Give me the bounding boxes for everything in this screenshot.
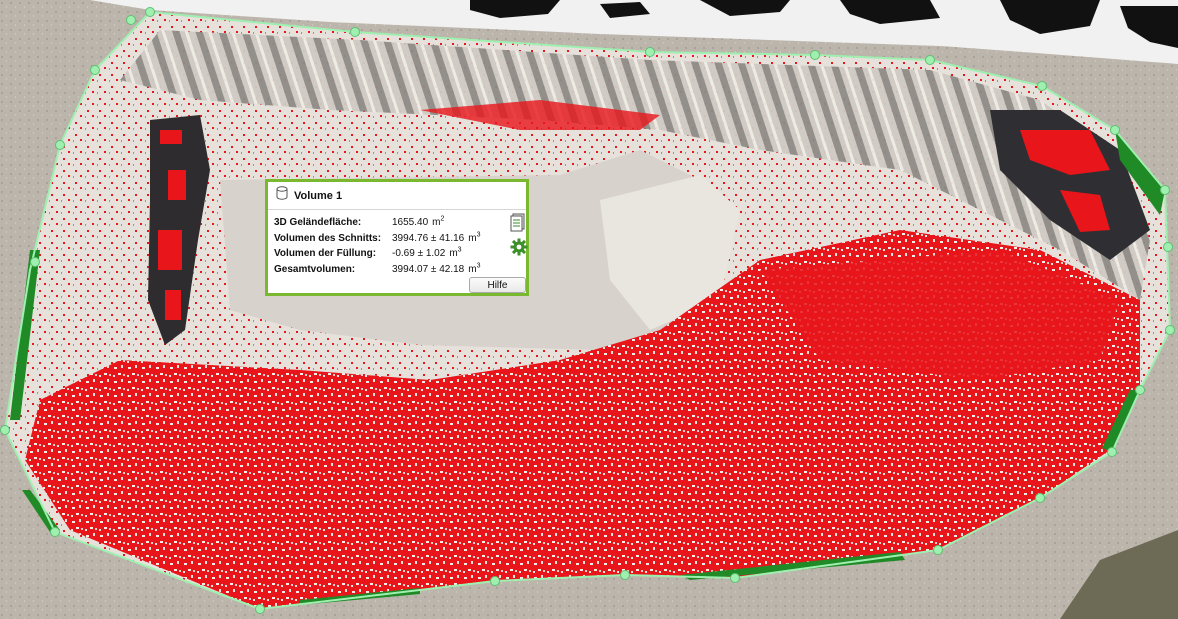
measurement-label: Gesamtvolumen: [274, 263, 356, 275]
measurement-label: Volumen der Füllung: [274, 248, 377, 260]
boundary-vertex[interactable] [55, 140, 65, 150]
measurement-row-fill: Volumen der Füllung: -0.69 ± 1.02 m3 [274, 246, 504, 262]
measurement-value: 1655.40 [392, 217, 429, 229]
measurement-label: Volumen des Schnitts: [274, 232, 382, 244]
settings-gear-icon[interactable] [510, 238, 528, 256]
measurement-unit: m3 [468, 231, 481, 244]
measurement-row-cut: Volumen des Schnitts: 3994.76 ± 41.16 m3 [274, 231, 504, 247]
boundary-vertex[interactable] [1035, 493, 1045, 503]
volume-map-viewport[interactable] [0, 0, 1178, 619]
boundary-vertex[interactable] [30, 257, 40, 267]
boundary-vertex[interactable] [255, 604, 265, 614]
boundary-vertex[interactable] [1107, 447, 1117, 457]
boundary-vertex[interactable] [1163, 242, 1173, 252]
boundary-vertex[interactable] [1037, 81, 1047, 91]
boundary-vertex[interactable] [645, 47, 655, 57]
boundary-vertex[interactable] [145, 7, 155, 17]
report-document-icon[interactable] [510, 213, 526, 233]
boundary-vertex[interactable] [0, 425, 10, 435]
panel-title: Volume 1 [294, 189, 343, 202]
help-button[interactable]: Hilfe [469, 277, 526, 293]
boundary-vertex[interactable] [90, 65, 100, 75]
measurement-label: 3D Geländefläche: [274, 217, 362, 229]
measurement-row-area: 3D Geländefläche: 1655.40 m2 [274, 215, 504, 231]
cylinder-icon [276, 186, 288, 205]
measurement-list: 3D Geländefläche: 1655.40 m2 Volumen des… [274, 215, 504, 277]
boundary-vertex[interactable] [620, 570, 630, 580]
measurement-unit: m2 [432, 215, 445, 229]
measurement-unit: m3 [449, 246, 462, 260]
panel-header: Volume 1 [268, 182, 526, 210]
measurement-value: -0.69 ± 1.02 [392, 248, 446, 260]
measurement-row-total: Gesamtvolumen: 3994.07 ± 42.18 m3 [274, 262, 504, 278]
measurement-value: 3994.07 ± 42.18 [392, 263, 465, 275]
boundary-vertex[interactable] [490, 576, 500, 586]
boundary-vertex[interactable] [50, 527, 60, 537]
boundary-vertex[interactable] [810, 50, 820, 60]
boundary-vertex[interactable] [730, 573, 740, 583]
boundary-vertex[interactable] [126, 15, 136, 25]
measurement-value: 3994.76 ± 41.16 [392, 232, 465, 244]
boundary-vertex[interactable] [1165, 325, 1175, 335]
boundary-vertex[interactable] [1160, 185, 1170, 195]
boundary-vertex[interactable] [1135, 385, 1145, 395]
boundary-vertex[interactable] [925, 55, 935, 65]
boundary-vertex[interactable] [1110, 125, 1120, 135]
boundary-vertex[interactable] [933, 545, 943, 555]
boundary-vertex[interactable] [350, 27, 360, 37]
volume-info-panel: Volume 1 3D Geländefläche: 1655.40 m2 Vo… [265, 179, 529, 296]
measurement-unit: m3 [468, 262, 481, 275]
